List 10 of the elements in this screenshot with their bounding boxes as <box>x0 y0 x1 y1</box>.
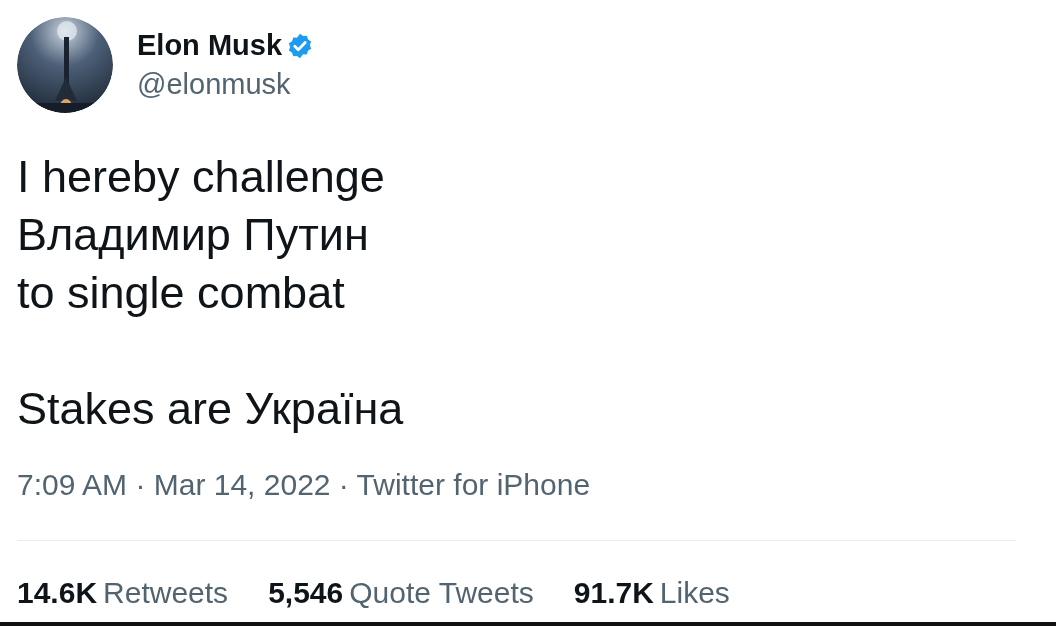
stat-label[interactable]: Retweets <box>103 576 229 610</box>
stat-count[interactable]: 5,546 <box>268 576 344 610</box>
stat-label[interactable]: Likes <box>659 576 730 610</box>
tweet-meta: 7:09 AM · Mar 14, 2022 · Twitter for iPhone <box>17 467 591 503</box>
author-handle[interactable]: @elonmusk <box>137 68 314 101</box>
tweet-text: I hereby challenge Владимир Путин to single combat Stakes are Україна <box>17 150 404 436</box>
stat-label[interactable]: Quote Tweets <box>349 576 534 610</box>
stat-count[interactable]: 14.6K <box>17 576 98 610</box>
author-name[interactable]: Elon Musk <box>137 29 282 62</box>
stat-count[interactable]: 91.7K <box>573 576 654 610</box>
